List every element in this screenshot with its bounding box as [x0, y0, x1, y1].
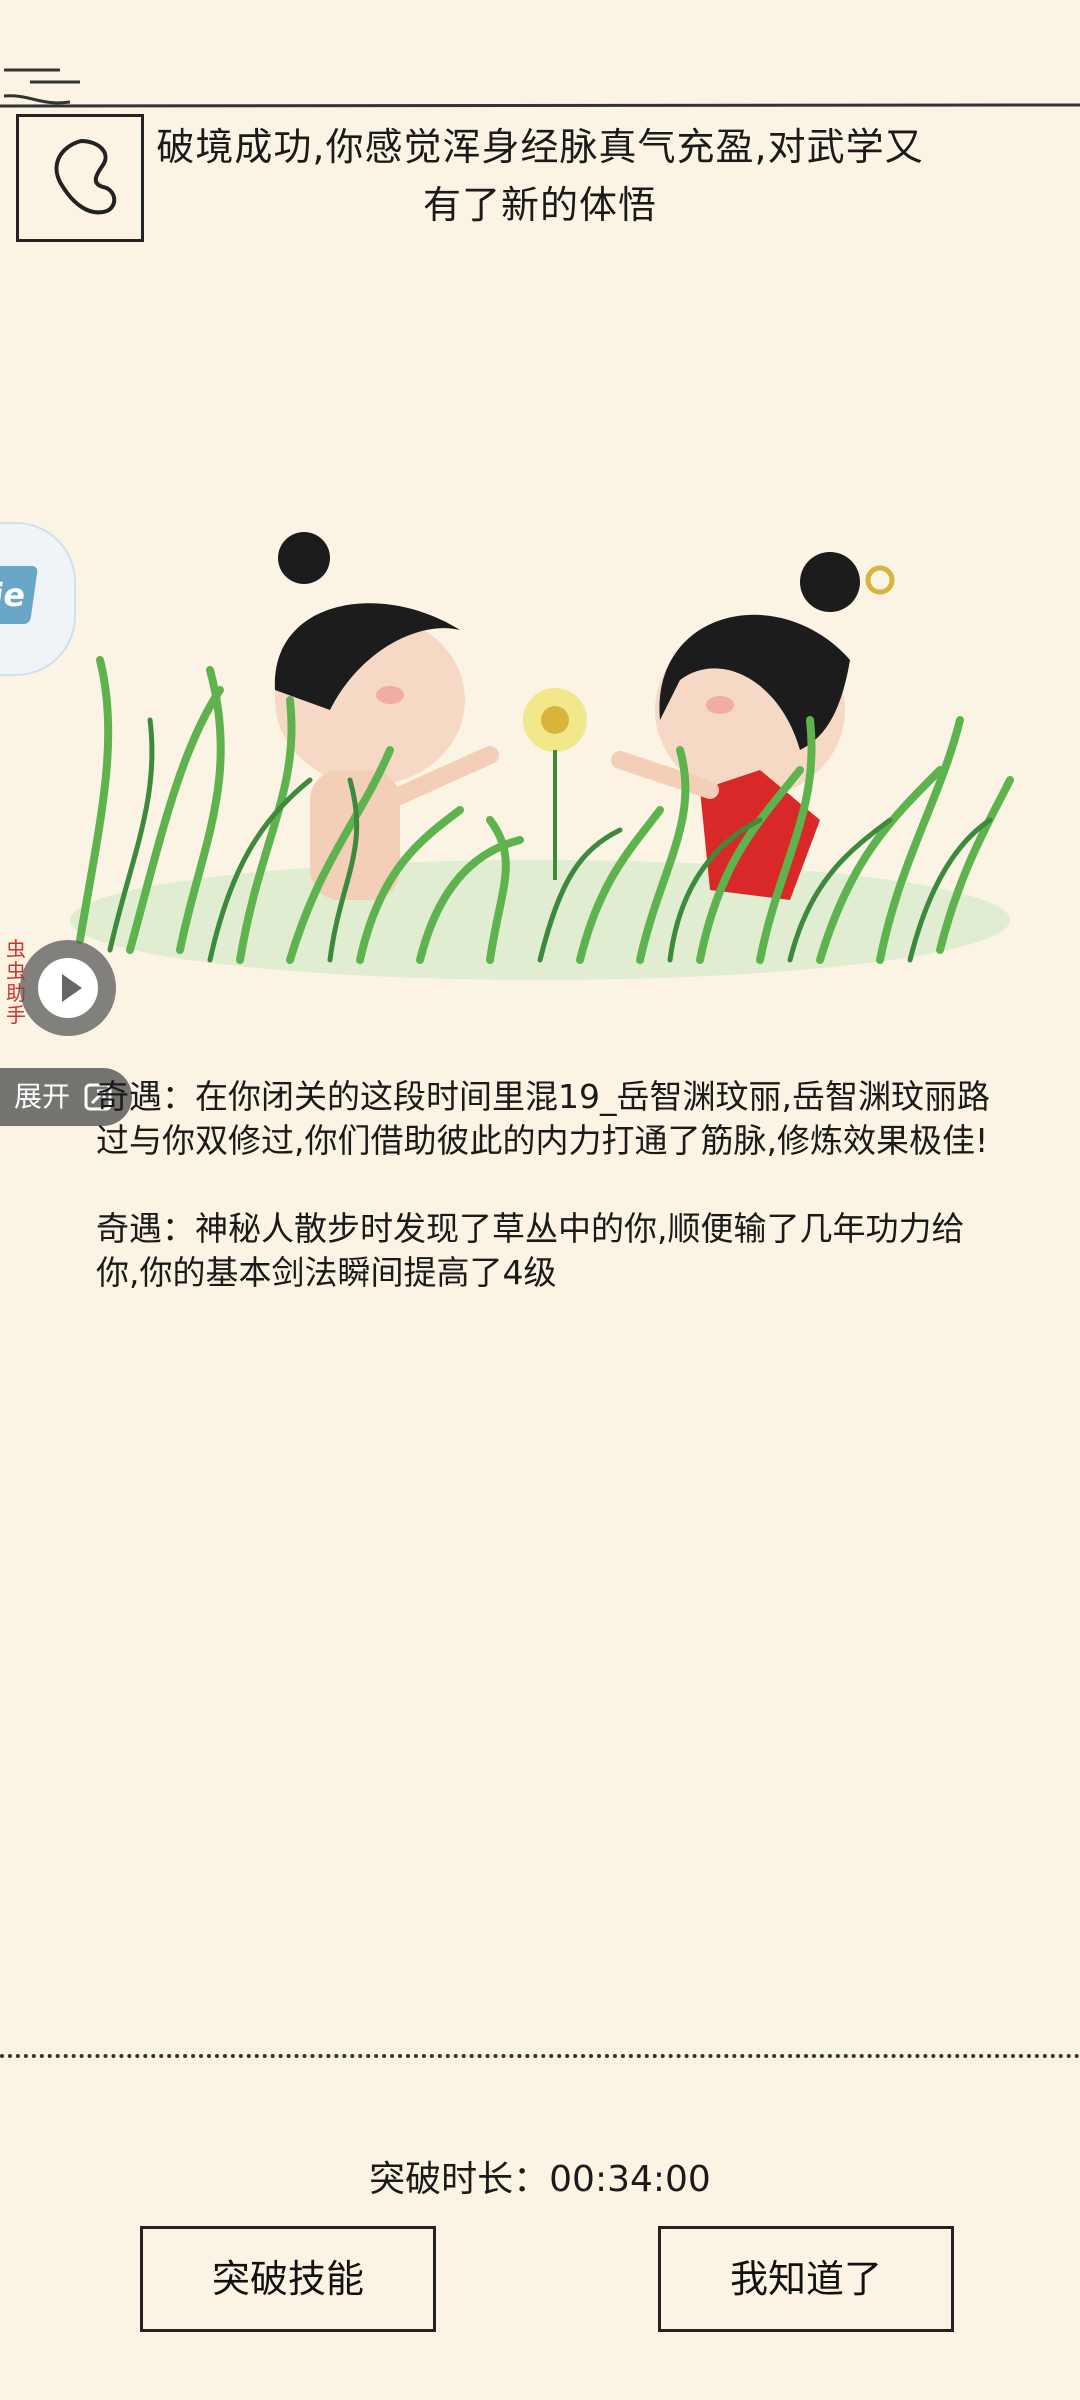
event-text: 奇遇：神秘人散步时发现了草丛中的你,顺便输了几年功力给你,你的基本剑法瞬间提高了…	[96, 1209, 965, 1292]
play-button[interactable]	[20, 940, 116, 1036]
acknowledge-button[interactable]: 我知道了	[658, 2226, 954, 2332]
expand-label: 展开	[14, 1080, 71, 1113]
top-ink-line	[0, 103, 1080, 108]
breakthrough-skill-button[interactable]: 突破技能	[140, 2226, 436, 2332]
play-icon	[38, 958, 98, 1018]
breakthrough-headline: 破境成功,你感觉浑身经脉真气充盈,对武学又有了新的体悟	[156, 125, 924, 227]
dotted-divider	[0, 2054, 1080, 2058]
corner-scroll-ornament	[3, 68, 80, 105]
back-arrow-icon	[54, 138, 117, 215]
back-button[interactable]	[16, 114, 144, 242]
breakthrough-duration: 突破时长：00:34:00	[369, 2159, 711, 2200]
event-log: 奇遇：在你闭关的这段时间里混19_岳智渊玟丽,岳智渊玟丽路过与你双修过,你们借助…	[96, 1075, 996, 1339]
children-in-grass-illustration	[70, 532, 1014, 980]
assistant-logo-icon: ie	[0, 566, 39, 624]
event-text: 奇遇：在你闭关的这段时间里混19_岳智渊玟丽,岳智渊玟丽路过与你双修过,你们借助…	[96, 1077, 990, 1160]
